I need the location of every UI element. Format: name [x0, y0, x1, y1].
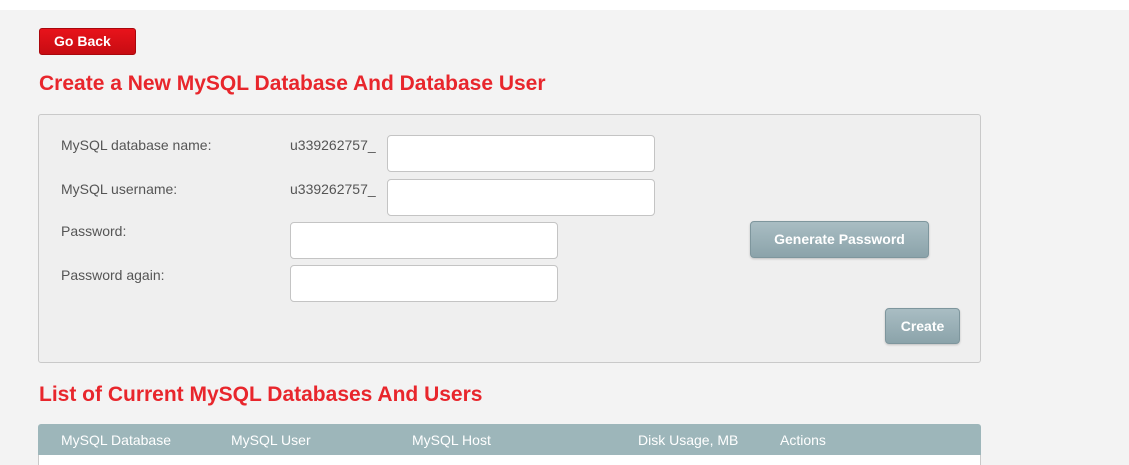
password-label: Password: — [61, 223, 127, 239]
username-prefix: u339262757_ — [290, 181, 376, 197]
create-button[interactable]: Create — [885, 308, 960, 344]
db-name-label: MySQL database name: — [61, 137, 212, 153]
column-header-user: MySQL User — [231, 432, 311, 448]
database-table-body — [38, 455, 981, 465]
column-header-database: MySQL Database — [61, 432, 171, 448]
create-database-form: MySQL database name: u339262757_ MySQL u… — [38, 114, 981, 363]
page: Go Back Create a New MySQL Database And … — [0, 0, 1129, 465]
password-again-label: Password again: — [61, 267, 165, 283]
username-label: MySQL username: — [61, 181, 178, 197]
column-header-host: MySQL Host — [412, 432, 491, 448]
column-header-actions: Actions — [780, 432, 826, 448]
column-header-disk-usage: Disk Usage, MB — [638, 432, 739, 448]
go-back-button[interactable]: Go Back — [39, 28, 136, 55]
generate-password-button[interactable]: Generate Password — [750, 221, 929, 258]
top-strip — [0, 0, 1129, 10]
database-list-heading: List of Current MySQL Databases And User… — [39, 383, 483, 406]
username-input[interactable] — [387, 179, 655, 216]
db-name-prefix: u339262757_ — [290, 137, 376, 153]
password-again-input[interactable] — [290, 265, 558, 302]
database-table-header: MySQL Database MySQL User MySQL Host Dis… — [38, 424, 981, 455]
create-database-heading: Create a New MySQL Database And Database… — [39, 72, 546, 95]
db-name-input[interactable] — [387, 135, 655, 172]
password-input[interactable] — [290, 222, 558, 259]
